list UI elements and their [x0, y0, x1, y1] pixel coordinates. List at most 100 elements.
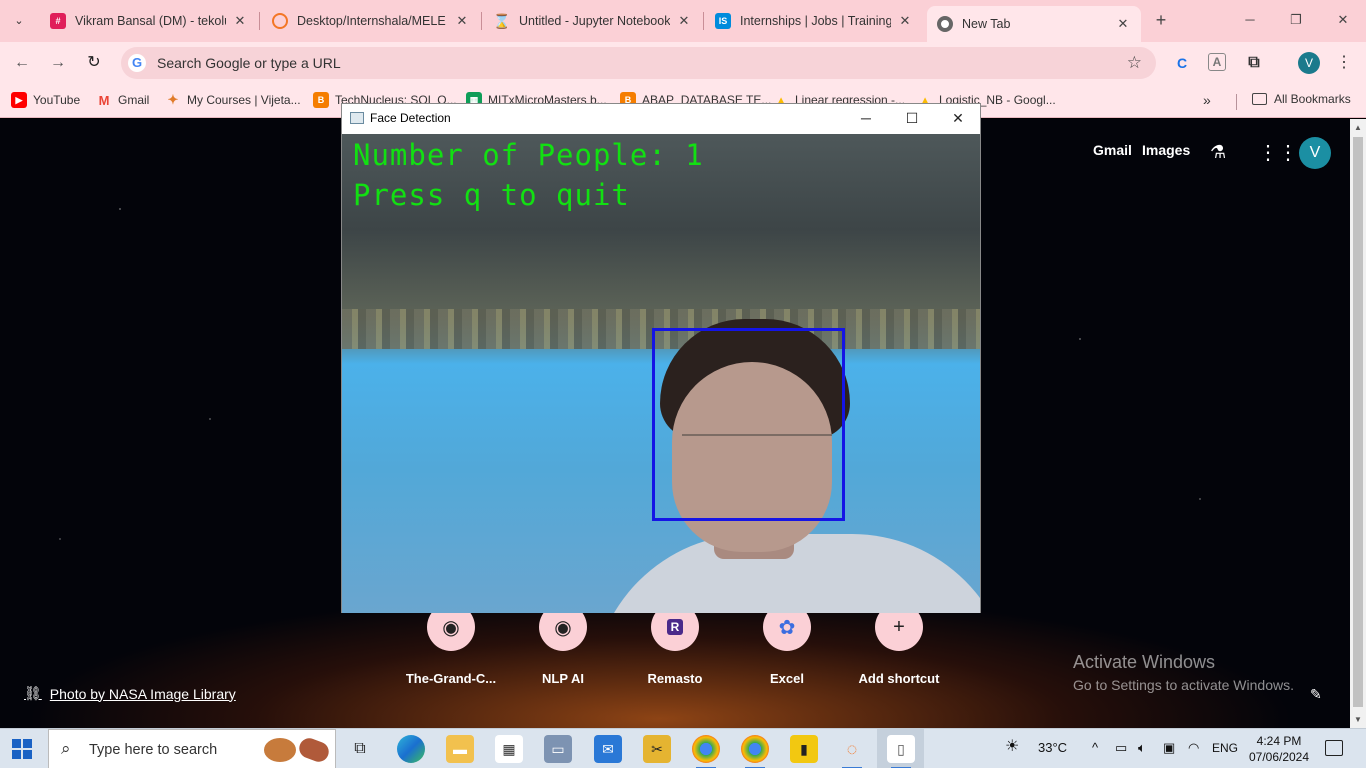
task-view-icon[interactable]: ⧉ [346, 735, 374, 763]
shortcut-nlp-ai[interactable]: ◉ NLP AI [513, 603, 613, 686]
close-icon[interactable]: ✕ [232, 13, 248, 29]
slack-icon: # [50, 13, 66, 29]
battery-icon[interactable]: ▭ [1115, 740, 1127, 756]
close-icon[interactable]: ✕ [1115, 16, 1131, 32]
search-highlight-doodle [296, 735, 332, 765]
webcam-frame: Number of People: 1 Press q to quit [342, 134, 980, 613]
microsoft-store-icon[interactable]: ▦ [495, 735, 523, 763]
shortcut-remasto[interactable]: R Remasto [625, 603, 725, 686]
tab-jupyter-tree[interactable]: Desktop/Internshala/MELE (I ✕ [262, 6, 480, 36]
vijeta-icon: ✦ [167, 92, 179, 107]
scroll-up-icon[interactable]: ▲ [1353, 123, 1363, 132]
fd-maximize-button[interactable]: ☐ [890, 107, 934, 129]
window-app-icon [350, 112, 364, 124]
scroll-down-icon[interactable]: ▼ [1353, 715, 1363, 724]
people-count-text: Number of People: 1 [353, 138, 704, 172]
address-bar[interactable]: G Search Google or type a URL ☆ [121, 47, 1156, 79]
tab-divider [259, 12, 260, 30]
profile-avatar[interactable]: V [1298, 52, 1320, 74]
tab-divider [703, 12, 704, 30]
tab-search-button[interactable]: ⌄ [6, 8, 32, 32]
labs-flask-icon[interactable]: ⚗ [1210, 142, 1226, 163]
minimize-button[interactable]: ─ [1227, 8, 1273, 32]
clock-date: 07/06/2024 [1248, 750, 1310, 764]
language-indicator[interactable]: ENG [1212, 741, 1238, 755]
chrome-profile-taskbar-icon[interactable] [741, 735, 769, 768]
bookmark-youtube[interactable]: ▶ YouTube [11, 92, 80, 108]
windows-start-icon[interactable] [12, 739, 34, 759]
bookmark-my-courses[interactable]: ✦ My Courses | Vijeta... [165, 92, 301, 108]
page-scrollbar[interactable]: ▲ ▼ [1350, 119, 1366, 728]
weather-temperature[interactable]: 33°C [1038, 740, 1067, 755]
fd-minimize-button[interactable]: ─ [844, 107, 888, 129]
edge-icon[interactable] [397, 735, 425, 763]
youtube-icon: ▶ [11, 92, 27, 108]
google-icon: G [128, 54, 146, 72]
tab-title: Desktop/Internshala/MELE (I [297, 14, 448, 28]
internshala-icon: IS [715, 13, 731, 29]
tray-overflow-icon[interactable]: ^ [1092, 740, 1098, 755]
power-bi-icon[interactable]: ▮ [790, 735, 818, 763]
back-button[interactable]: ← [10, 51, 34, 75]
meet-now-icon[interactable]: ▣ [1163, 740, 1175, 756]
jupyter-taskbar-icon[interactable]: ◌ [838, 735, 866, 768]
bookmark-gmail[interactable]: M Gmail [96, 92, 150, 108]
notification-center-icon[interactable] [1325, 740, 1343, 756]
bookmark-label: My Courses | Vijeta... [187, 93, 301, 107]
activate-windows-watermark: Activate Windows Go to Settings to activ… [1073, 652, 1294, 693]
chrome-taskbar-icon[interactable] [692, 735, 720, 768]
restore-button[interactable]: ❐ [1273, 8, 1319, 32]
jupyter-icon [272, 13, 288, 29]
menu-kebab-icon[interactable]: ⋮ [1336, 52, 1352, 74]
window-close-button[interactable]: ✕ [1320, 8, 1366, 32]
file-explorer-icon[interactable]: ▬ [446, 735, 474, 763]
quit-instruction-text: Press q to quit [353, 178, 630, 212]
shortcut-excel[interactable]: ✿ Excel [737, 603, 837, 686]
weather-icon[interactable]: ☀ [1005, 736, 1019, 756]
snipping-tool-icon[interactable]: ✂ [643, 735, 671, 763]
tab-new-tab[interactable]: New Tab ✕ [927, 6, 1141, 42]
close-icon[interactable]: ✕ [454, 13, 470, 29]
customize-pencil-icon[interactable]: ✎ [1310, 686, 1322, 703]
volume-icon[interactable]: 🔈︎ [1138, 740, 1146, 756]
python-window-icon[interactable]: ▯ [887, 735, 915, 768]
taskbar-search-placeholder: Type here to search [89, 742, 218, 758]
clock[interactable]: 4:24 PM 07/06/2024 [1248, 733, 1310, 765]
reload-icon: ↻ [87, 54, 101, 71]
extension-c-icon[interactable]: C [1172, 53, 1192, 73]
reload-button[interactable]: ↻ [82, 51, 106, 75]
clock-time: 4:24 PM [1256, 734, 1302, 748]
shortcut-the-grand-c[interactable]: ◉ The-Grand-C... [401, 603, 501, 686]
scrollbar-thumb[interactable] [1353, 137, 1363, 707]
tab-slack[interactable]: # Vikram Bansal (DM) - tekolu ✕ [40, 6, 258, 36]
gmail-link[interactable]: Gmail [1093, 142, 1132, 158]
chrome-icon [937, 16, 953, 32]
translate-extension-icon[interactable]: A [1208, 53, 1226, 71]
wifi-icon[interactable]: ◠ [1188, 740, 1199, 756]
close-icon[interactable]: ✕ [897, 13, 913, 29]
all-bookmarks-button[interactable]: All Bookmarks [1252, 92, 1351, 106]
shortcut-label: Excel [770, 671, 804, 686]
search-highlight-doodle [264, 738, 296, 762]
remote-desktop-icon[interactable]: ▭ [544, 735, 572, 763]
bookmark-label: YouTube [33, 93, 81, 107]
fd-close-button[interactable]: ✕ [936, 107, 980, 129]
face-detection-titlebar[interactable]: Face Detection ─ ☐ ✕ [342, 104, 980, 132]
forward-button[interactable]: → [46, 51, 70, 75]
activate-title: Activate Windows [1073, 652, 1216, 672]
new-tab-button[interactable]: + [1150, 9, 1172, 31]
extensions-puzzle-icon[interactable]: ⧉ [1244, 53, 1264, 73]
account-avatar[interactable]: V [1299, 137, 1331, 169]
face-bounding-box [652, 328, 845, 521]
tab-internshala[interactable]: IS Internships | Jobs | Trainings ✕ [705, 6, 923, 36]
bookmarks-overflow-icon[interactable]: » [1203, 92, 1211, 108]
close-icon[interactable]: ✕ [676, 13, 692, 29]
shortcut-add[interactable]: + Add shortcut [849, 603, 949, 686]
bookmark-star-icon[interactable]: ☆ [1127, 53, 1142, 73]
photo-credit-link[interactable]: ⛓ Photo by NASA Image Library [24, 685, 236, 702]
images-link[interactable]: Images [1142, 142, 1190, 158]
mail-icon[interactable]: ✉ [594, 735, 622, 763]
tab-jupyter-notebook[interactable]: ⌛ Untitled - Jupyter Notebook ✕ [484, 6, 702, 36]
taskbar-search-box[interactable]: ⌕ Type here to search [48, 729, 336, 768]
photo-credit-text: Photo by NASA Image Library [49, 685, 236, 702]
